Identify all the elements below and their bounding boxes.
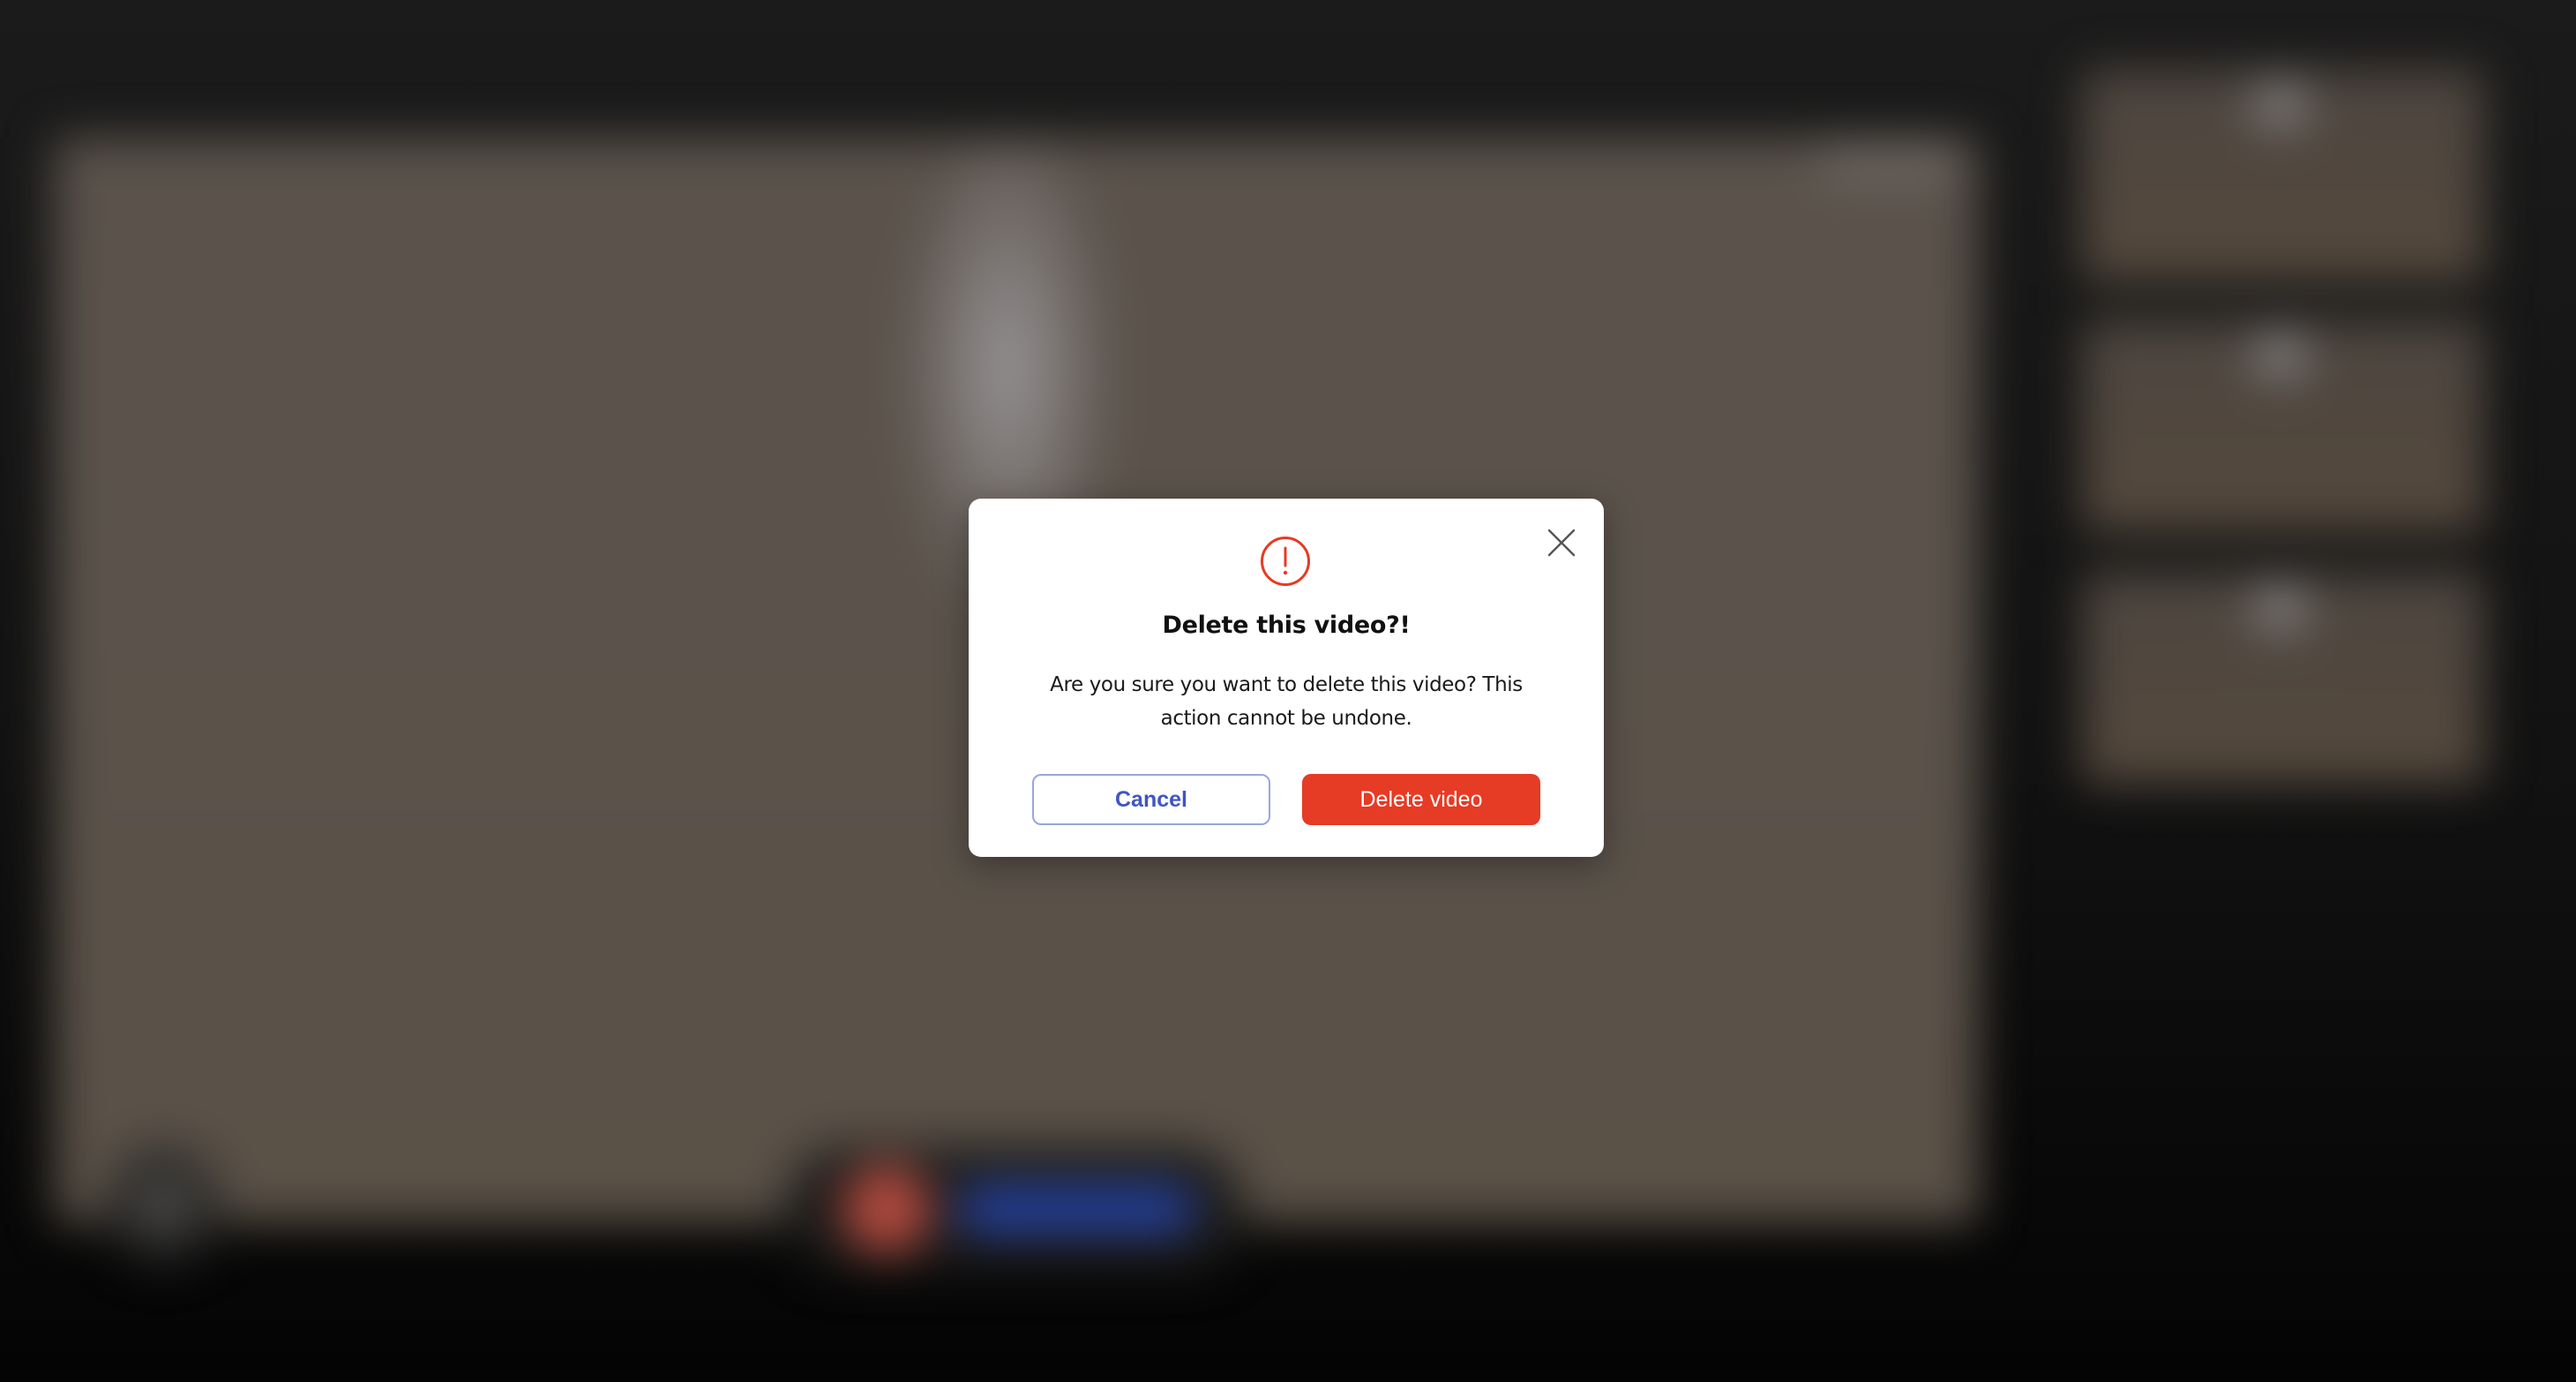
video-thumbnail	[2082, 572, 2483, 784]
app-window: Delete this video?! Are you sure you wan…	[0, 0, 2576, 1382]
side-control-button	[106, 1147, 221, 1262]
cancel-button[interactable]: Cancel	[1032, 774, 1270, 825]
dialog-message: Are you sure you want to delete this vid…	[1050, 673, 1523, 730]
delete-video-dialog: Delete this video?! Are you sure you wan…	[969, 499, 1604, 857]
video-thumbnail	[2082, 69, 2483, 281]
video-thumbnail	[2082, 319, 2483, 531]
dialog-title: Delete this video?!	[1162, 612, 1411, 639]
warning-icon	[1260, 536, 1311, 587]
video-top-badge	[1817, 143, 1958, 178]
record-button	[842, 1165, 931, 1253]
close-button[interactable]	[1546, 527, 1577, 559]
delete-video-button[interactable]: Delete video	[1302, 774, 1540, 825]
close-icon	[1547, 529, 1576, 557]
exclamation-circle-icon	[1261, 537, 1310, 586]
control-bar-action	[957, 1187, 1195, 1231]
